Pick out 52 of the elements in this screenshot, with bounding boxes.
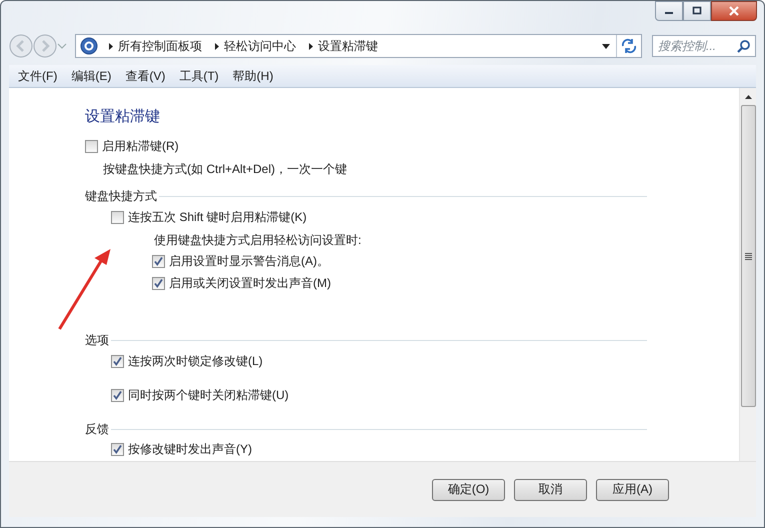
check-icon — [153, 278, 164, 290]
check-icon — [153, 256, 164, 268]
chevron-icon[interactable] — [214, 42, 220, 50]
menu-item[interactable]: 工具(T) — [172, 68, 226, 84]
checkbox-label[interactable]: 连按两次时锁定修改键(L) — [128, 352, 263, 370]
close-button[interactable] — [711, 1, 757, 21]
checkbox-label[interactable]: 启用或关闭设置时发出声音(M) — [169, 275, 331, 292]
refresh-icon[interactable] — [620, 37, 638, 55]
page-title: 设置粘滞键 — [85, 107, 161, 127]
checkbox[interactable] — [111, 354, 124, 368]
chevron-icon[interactable] — [308, 42, 314, 50]
check-icon — [112, 444, 123, 456]
scrollbar[interactable] — [739, 88, 756, 461]
minimize-button[interactable] — [655, 1, 683, 21]
close-icon — [728, 6, 740, 16]
breadcrumb-item[interactable]: 所有控制面板项 — [114, 38, 208, 54]
section-title: 选项 — [85, 332, 109, 349]
dialog-button[interactable]: 确定(O) — [432, 478, 505, 500]
section-title: 反馈 — [85, 420, 109, 438]
checkbox-label[interactable]: 启用粘滞键(R) — [102, 138, 179, 156]
check-icon — [112, 390, 123, 401]
breadcrumb-item[interactable]: 设置粘滞键 — [314, 38, 384, 54]
menu-item[interactable]: 查看(V) — [118, 68, 172, 84]
check-icon — [112, 356, 123, 367]
section-title: 键盘快捷方式 — [85, 188, 157, 206]
checkbox[interactable] — [111, 388, 124, 402]
maximize-button[interactable] — [683, 1, 711, 21]
checkbox[interactable] — [111, 211, 124, 224]
dialog-button[interactable]: 应用(A) — [596, 478, 669, 500]
checkbox-label[interactable]: 按修改键时发出声音(Y) — [128, 441, 252, 458]
checkbox[interactable] — [111, 443, 124, 456]
checkbox-label[interactable]: 启用设置时显示警告消息(A)。 — [169, 253, 329, 270]
dialog-button[interactable]: 取消 — [514, 478, 587, 500]
breadcrumb-item[interactable]: 轻松访问中心 — [220, 38, 302, 54]
menu-item[interactable]: 文件(F) — [11, 68, 64, 84]
checkbox[interactable] — [85, 140, 98, 154]
checkbox-label[interactable]: 连按五次 Shift 键时启用粘滞键(K) — [128, 209, 307, 226]
description-text: 按键盘快捷方式(如 Ctrl+Alt+Del)，一次一个键 — [103, 160, 348, 178]
checkbox[interactable] — [152, 255, 165, 268]
scroll-up-icon[interactable] — [744, 94, 752, 98]
menu-item[interactable]: 编辑(E) — [64, 68, 118, 84]
dropdown-icon[interactable] — [602, 44, 610, 48]
search-icon[interactable] — [737, 39, 751, 53]
checkbox-label[interactable]: 同时按两个键时关闭粘滞键(U) — [128, 386, 289, 404]
description-text: 使用键盘快捷方式启用轻松访问设置时: — [154, 232, 362, 249]
scrollbar-thumb[interactable] — [740, 105, 756, 407]
search-field[interactable]: 搜索控制... — [652, 35, 756, 57]
chevron-icon[interactable] — [108, 42, 114, 50]
control-panel-icon — [80, 37, 98, 55]
menu-item[interactable]: 帮助(H) — [226, 68, 280, 84]
maximize-icon — [691, 6, 703, 16]
checkbox[interactable] — [152, 277, 165, 290]
